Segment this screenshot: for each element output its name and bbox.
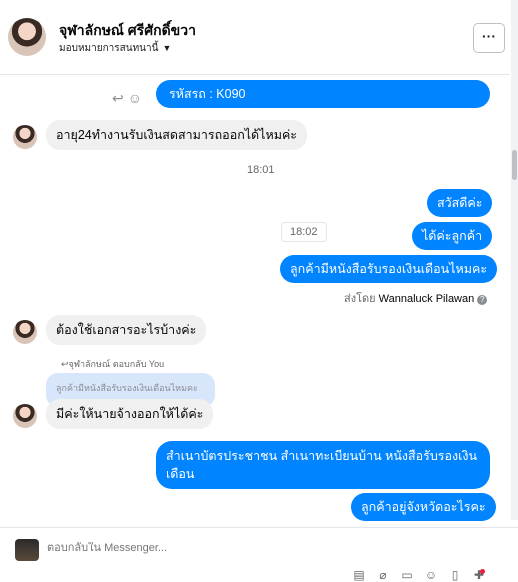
conversation-header: จุฬาลักษณ์ ศรีศักดิ์ขวา มอบหมายการสนทนาน… <box>0 0 510 75</box>
assign-conversation-dropdown[interactable]: มอบหมายการสนทนานี้ ▼ <box>59 41 171 56</box>
scrollbar[interactable] <box>511 0 518 520</box>
caret-down-icon: ▼ <box>162 43 172 53</box>
message-incoming[interactable]: อายุ24ทำงานรับเงินสดสามารถออกได้ไหมค่ะ <box>46 120 308 150</box>
composer-tools: ▤ ⌀ ▭ ☺ ▯ ✚ <box>352 568 496 582</box>
more-options-button[interactable]: ··· <box>473 23 505 53</box>
sender-avatar[interactable] <box>13 320 37 344</box>
contact-avatar[interactable] <box>8 18 46 56</box>
message-line: เดือน <box>166 467 195 481</box>
sent-by-name: Wannaluck Pilawan <box>378 293 475 305</box>
clip-icon[interactable]: ⌀ <box>376 568 390 582</box>
sent-by-info: ส่งโดย Wannaluck Pilawan? <box>344 289 488 307</box>
message-outgoing[interactable]: สวัสดีค่ะ <box>427 189 493 217</box>
reply-label: ↩จุฬาลักษณ์ ตอบกลับ You <box>61 359 165 369</box>
scrollbar-thumb[interactable] <box>512 150 517 180</box>
notification-dot <box>480 569 485 574</box>
message-incoming[interactable]: ต้องใช้เอกสารอะไรบ้างค่ะ <box>46 315 207 345</box>
message-incoming[interactable]: มีค่ะให้นายจ้างออกให้ได้ค่ะ <box>46 399 214 429</box>
message-outgoing[interactable]: ได้ค่ะลูกค้า <box>412 222 493 250</box>
help-icon[interactable]: ? <box>477 295 488 305</box>
timestamp: 18:01 <box>247 164 275 176</box>
attachment-icon[interactable]: ▤ <box>352 568 366 582</box>
message-outgoing[interactable]: ลูกค้ามีหนังสือรับรองเงินเดือนไหมคะ <box>280 255 498 283</box>
assign-conversation-label: มอบหมายการสนทนานี้ <box>59 43 159 54</box>
like-icon[interactable]: ▯ <box>448 568 462 582</box>
composer: ▤⌀▭☺▯✚ <box>0 527 518 582</box>
timestamp: 18:02 <box>281 222 327 242</box>
contact-name[interactable]: จุฬาลักษณ์ ศรีศักดิ์ขวา <box>59 20 196 42</box>
reply-icon[interactable]: ↩ <box>112 90 124 106</box>
page-avatar <box>15 539 39 561</box>
message-line: สำเนาบัตรประชาชน สำเนาทะเบียนบ้าน หนังสื… <box>166 449 478 463</box>
sent-by-prefix: ส่งโดย <box>344 293 376 305</box>
message-outgoing[interactable]: ลูกค้าอยู่จังหวัดอะไรคะ <box>351 493 496 521</box>
emoji-icon[interactable]: ☺ <box>424 568 438 582</box>
emoji-icon[interactable]: ☺ <box>128 90 142 106</box>
reply-input[interactable] <box>47 542 347 554</box>
sender-avatar[interactable] <box>13 404 37 428</box>
gif-icon[interactable]: ▭ <box>400 568 414 582</box>
message-actions: ↩ ☺ <box>112 90 146 107</box>
sender-avatar[interactable] <box>13 125 37 149</box>
message-outgoing[interactable]: สำเนาบัตรประชาชน สำเนาทะเบียนบ้าน หนังสื… <box>156 441 490 489</box>
message-outgoing[interactable]: รหัสรถ : K090 <box>156 80 490 108</box>
